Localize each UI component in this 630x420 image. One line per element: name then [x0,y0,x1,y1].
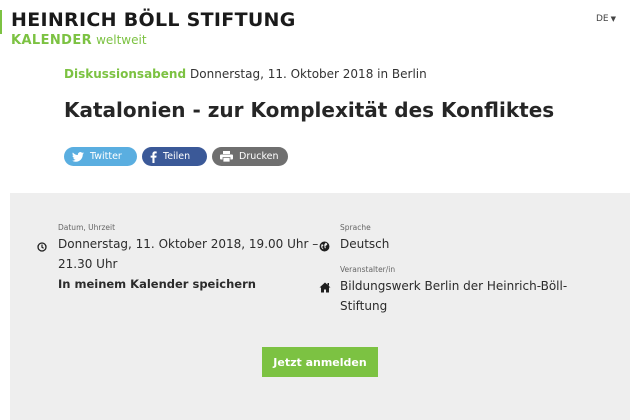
organizer-line-2: Stiftung [340,299,388,313]
facebook-icon [150,150,157,163]
language-label: Sprache [340,223,371,232]
print-button[interactable]: Drucken [212,147,288,166]
register-button[interactable]: Jetzt anmelden [262,347,378,377]
event-type: Diskussionsabend [64,67,187,81]
brand-subtitle[interactable]: KALENDER weltweit [11,33,147,48]
save-to-calendar-link[interactable]: In meinem Kalender speichern [58,277,256,291]
datetime-label: Datum, Uhrzeit [58,223,116,232]
event-details-panel: Datum, Uhrzeit Donnerstag, 11. Oktober 2… [10,193,630,420]
datetime-line-1: Donnerstag, 11. Oktober 2018, 19.00 Uhr … [58,237,319,251]
twitter-share-button[interactable]: Twitter [64,147,137,166]
home-icon [319,278,331,297]
organizer-label: Veranstalter/in [340,265,396,274]
language-label: DE [595,14,609,24]
datetime-value: Donnerstag, 11. Oktober 2018, 19.00 Uhr … [58,234,318,274]
event-meta: Diskussionsabend Donnerstag, 11. Oktober … [64,67,427,81]
organizer-line-1: Bildungswerk Berlin der Heinrich-Böll- [340,279,568,293]
page-title: Katalonien - zur Komplexität des Konflik… [64,98,555,122]
datetime-line-2: 21.30 Uhr [58,257,118,271]
brand-sub-light: weltweit [96,33,147,47]
twitter-icon [72,151,84,162]
facebook-label: Teilen [163,151,191,162]
clock-icon [37,237,47,256]
site-header: HEINRICH BÖLL STIFTUNG KALENDER weltweit … [0,0,630,56]
twitter-label: Twitter [90,151,122,162]
logo-accent-bar [0,10,2,34]
brand-name[interactable]: HEINRICH BÖLL STIFTUNG [11,9,296,31]
facebook-share-button[interactable]: Teilen [142,147,207,166]
chevron-down-icon: ▼ [610,15,616,23]
language-value: Deutsch [340,237,390,251]
language-switcher[interactable]: DE ▼ [596,14,616,24]
globe-icon [319,237,330,256]
printer-icon [220,151,233,162]
event-date-location: Donnerstag, 11. Oktober 2018 in Berlin [190,67,427,81]
share-bar: Twitter Teilen Drucken [64,147,288,166]
print-label: Drucken [239,151,279,162]
organizer-value: Bildungswerk Berlin der Heinrich-Böll- S… [340,276,567,316]
brand-sub-bold: KALENDER [11,33,93,48]
